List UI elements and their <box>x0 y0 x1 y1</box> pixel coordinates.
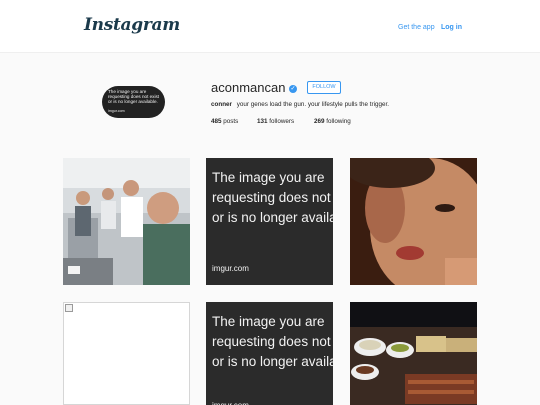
get-app-link[interactable]: Get the app <box>398 24 435 31</box>
face-closeup-photo <box>350 158 477 285</box>
post-tile[interactable]: The image you are requesting does not ex… <box>206 158 333 285</box>
imgur-footer: imgur.com <box>212 401 249 405</box>
post-tile[interactable] <box>63 302 190 405</box>
instagram-logo[interactable]: Instagram <box>84 15 180 35</box>
food-plate-photo <box>350 302 477 405</box>
imgur-footer: imgur.com <box>212 264 249 273</box>
gym-selfie-photo <box>63 158 190 285</box>
unavailable-line: requesting does not exist <box>212 190 333 205</box>
profile-name: conner <box>211 101 232 108</box>
posts-label: posts <box>223 118 239 125</box>
post-tile[interactable] <box>350 302 477 405</box>
following-label: following <box>326 118 351 125</box>
stat-followers[interactable]: 131 followers <box>257 118 294 125</box>
followers-count: 131 <box>257 118 268 125</box>
follow-button[interactable]: FOLLOW <box>307 81 341 94</box>
profile-stats: 485 posts 131 followers 269 following <box>211 118 351 125</box>
unavailable-line: The image you are <box>212 314 325 329</box>
post-tile[interactable] <box>63 158 190 285</box>
avatar: The image you are requesting does not ex… <box>102 86 165 118</box>
unavailable-line: or is no longer available. <box>212 354 333 369</box>
profile-bio: conner your genes load the gun. your lif… <box>211 101 389 108</box>
log-in-link[interactable]: Log in <box>441 24 462 31</box>
broken-image-icon <box>65 304 73 312</box>
avatar-footer: imgur.com <box>108 108 125 113</box>
unavailable-message: The image you are requesting does not ex… <box>212 312 333 372</box>
unavailable-line: requesting does not exist <box>212 334 333 349</box>
unavailable-line: or is no longer available. <box>212 210 333 225</box>
posts-count: 485 <box>211 118 222 125</box>
post-tile[interactable] <box>350 158 477 285</box>
stat-posts: 485 posts <box>211 118 238 125</box>
profile-bio-text: your genes load the gun. your lifestyle … <box>236 101 390 108</box>
unavailable-line: The image you are <box>212 170 325 185</box>
verified-badge-icon: ✓ <box>289 85 297 93</box>
followers-label: followers <box>269 118 295 125</box>
stat-following[interactable]: 269 following <box>314 118 351 125</box>
profile-username: aconmancan <box>211 80 286 95</box>
post-tile[interactable]: The image you are requesting does not ex… <box>206 302 333 405</box>
avatar-text-line: or is no longer available. <box>108 99 158 105</box>
unavailable-message: The image you are requesting does not ex… <box>212 168 333 228</box>
following-count: 269 <box>314 118 325 125</box>
top-nav: Instagram Get the app Log in <box>0 0 540 53</box>
